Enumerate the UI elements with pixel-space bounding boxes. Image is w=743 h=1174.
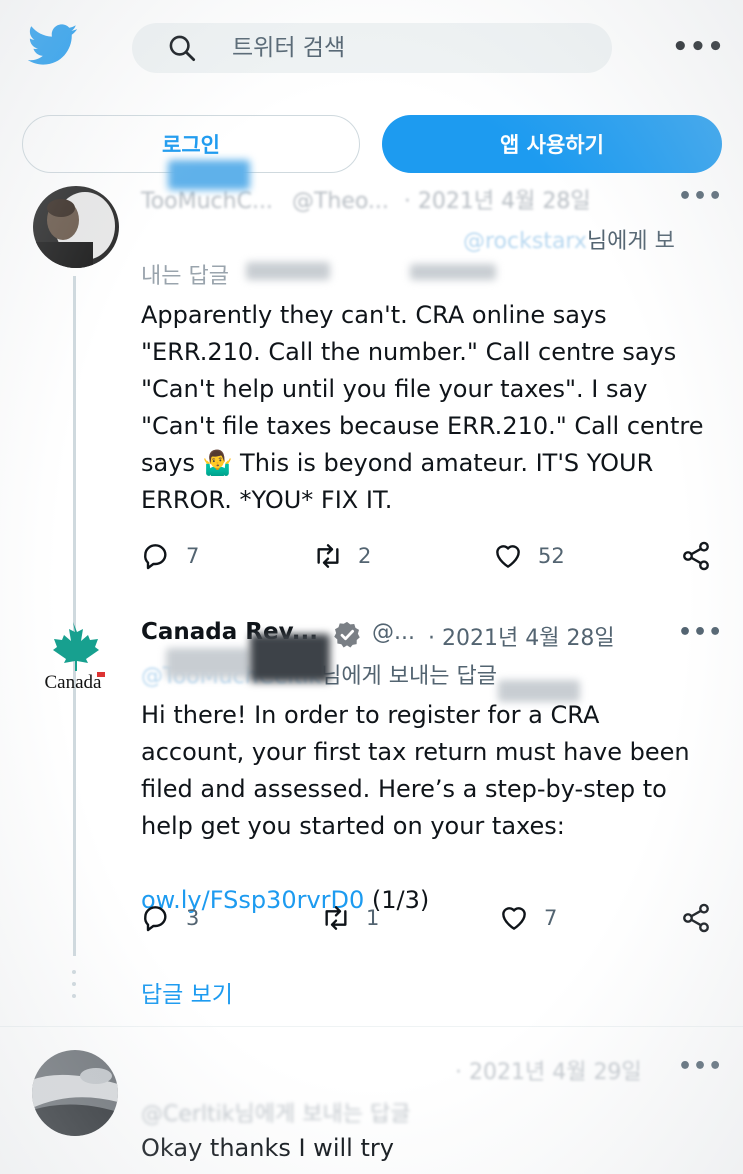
avatar-photo-icon: [32, 1050, 118, 1136]
avatar-photo-icon: [33, 186, 119, 268]
reply-icon: [144, 544, 167, 570]
avatar[interactable]: [33, 186, 119, 268]
use-app-button[interactable]: 앱 사용하기: [382, 115, 722, 173]
tweet-text: Apparently they can't. CRA online says "…: [141, 301, 704, 514]
share-icon: [683, 541, 709, 571]
more-options-icon[interactable]: •••: [678, 184, 723, 209]
reply-count: 3: [186, 906, 200, 930]
heart-icon: [502, 907, 526, 930]
reply-button[interactable]: 7: [140, 540, 199, 572]
tweet-text: Okay thanks I will try: [141, 1134, 394, 1162]
reply-count: 7: [186, 544, 200, 568]
reply-button[interactable]: 3: [140, 902, 199, 934]
redaction: [410, 264, 496, 280]
redaction: [250, 634, 330, 682]
share-button[interactable]: [680, 540, 712, 572]
reply-to-line-2: 내는 답글: [141, 264, 229, 289]
redaction: [246, 262, 330, 280]
redaction: [166, 648, 250, 678]
retweet-count: 2: [358, 544, 372, 568]
twitter-bird-icon[interactable]: [28, 24, 78, 66]
share-button[interactable]: [680, 902, 712, 934]
reply-to-line: @rockstarx님에게 보: [463, 229, 675, 254]
retweet-count: 1: [366, 906, 380, 930]
maple-leaf-icon: Canada: [45, 622, 105, 693]
photo-vignette: [0, 0, 743, 1174]
share-icon: [683, 903, 709, 933]
search-bar[interactable]: [132, 23, 612, 73]
more-options-icon[interactable]: •••: [678, 1054, 723, 1079]
more-options-icon[interactable]: •••: [678, 620, 723, 645]
verified-badge-icon: [334, 621, 360, 648]
avatar[interactable]: [32, 1050, 118, 1136]
retweet-button[interactable]: 1: [320, 902, 379, 934]
like-count: 52: [538, 544, 565, 568]
like-count: 7: [544, 906, 558, 930]
tweet-actions: 3 1 7: [140, 902, 720, 942]
retweet-icon: [317, 544, 339, 568]
heart-icon: [496, 545, 520, 568]
retweet-icon: [325, 906, 347, 930]
divider: [0, 1026, 743, 1027]
top-bar: •••: [0, 0, 743, 100]
author-handle: @...: [372, 620, 415, 645]
like-button[interactable]: 52: [492, 540, 565, 572]
search-icon: [169, 35, 196, 62]
reply-to-line: @Cerltik님에게 보내는 답글: [141, 1102, 411, 1127]
show-replies-link[interactable]: 답글 보기: [141, 975, 233, 1009]
like-button[interactable]: 7: [498, 902, 557, 934]
more-options-icon[interactable]: •••: [672, 32, 724, 62]
tweet-date[interactable]: · 2021년 4월 28일: [428, 620, 615, 652]
tweet-actions: 7 2 52: [140, 540, 720, 580]
retweet-button[interactable]: 2: [312, 540, 371, 572]
reply-icon: [144, 906, 167, 932]
redaction: [168, 160, 250, 190]
search-input[interactable]: [232, 31, 592, 65]
avatar[interactable]: Canada: [30, 606, 116, 706]
tweet-header-blurred: · 2021년 4월 29일: [455, 1060, 642, 1085]
avatar-label: Canada: [45, 672, 103, 693]
thread-dots: [72, 970, 76, 1006]
tweet-text: Hi there! In order to register for a CRA…: [141, 701, 690, 840]
